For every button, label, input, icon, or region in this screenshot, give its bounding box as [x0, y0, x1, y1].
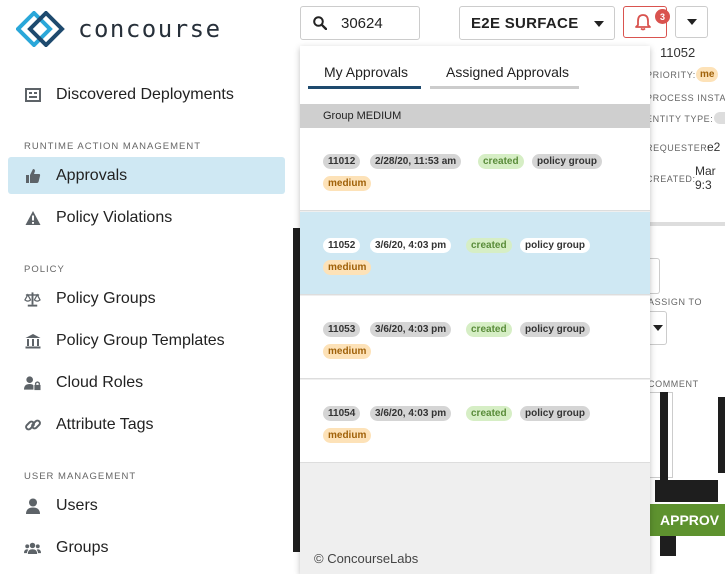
detail-label-created: CREATED: [646, 174, 696, 184]
panel-divider [293, 228, 300, 552]
tab-assigned-approvals[interactable]: Assigned Approvals [446, 64, 569, 80]
assign-to-select[interactable] [650, 311, 667, 345]
approval-date: 2/28/20, 11:53 am [370, 154, 462, 169]
sidebar-item-label: Approvals [56, 166, 128, 184]
approval-id: 11053 [323, 322, 361, 337]
approval-id: 11052 [323, 238, 361, 253]
detail-label-process: PROCESS INSTANCE [646, 93, 725, 103]
sidebar-item-groups[interactable]: Groups [8, 529, 285, 566]
approval-type: policy group [520, 406, 590, 421]
user-lock-icon [24, 374, 41, 391]
detail-priority-badge: me [696, 67, 719, 82]
detail-separator [648, 222, 725, 226]
sidebar-item-label: Users [56, 496, 98, 514]
comment-resize-area [655, 480, 718, 502]
detail-created-time: 9:3 [695, 178, 712, 192]
chevron-down-icon [686, 19, 697, 25]
approval-date: 3/6/20, 4:03 pm [370, 238, 452, 253]
approvals-tabs: My Approvals Assigned Approvals [300, 46, 650, 104]
approval-id: 11054 [323, 406, 361, 421]
approval-type: policy group [520, 238, 590, 253]
detail-label-assign-to: ASSIGN TO [648, 297, 703, 307]
sidebar-item-label: Policy Groups [56, 289, 156, 307]
approve-button[interactable]: APPROV [650, 504, 725, 536]
comment-scrollbar[interactable] [660, 392, 668, 480]
environment-label: E2E SURFACE [471, 14, 579, 32]
search-input[interactable] [341, 14, 411, 32]
group-header: Group MEDIUM [300, 104, 650, 128]
search-box[interactable] [300, 6, 420, 40]
chevron-down-icon [594, 21, 604, 27]
notification-count-badge: 3 [655, 9, 670, 24]
brand-name: concourse [78, 15, 222, 43]
section-title-user-management: USER MANAGEMENT [24, 471, 137, 482]
detail-requester-value: e2 [707, 140, 721, 154]
bell-icon [634, 13, 652, 31]
approval-priority: medium [323, 260, 372, 275]
user-menu-button[interactable] [675, 6, 708, 38]
sidebar-item-label: Groups [56, 538, 109, 556]
approval-date: 3/6/20, 4:03 pm [370, 406, 452, 421]
sidebar-item-label: Policy Group Templates [56, 331, 225, 349]
sidebar-item-users[interactable]: Users [8, 487, 285, 524]
search-icon [313, 16, 327, 30]
approval-type: policy group [532, 154, 602, 169]
approval-card-11054[interactable]: 11054 3/6/20, 4:03 pm created policy gro… [300, 380, 650, 463]
approval-id: 11012 [323, 154, 361, 169]
sidebar-item-policy-group-templates[interactable]: Policy Group Templates [8, 322, 285, 359]
concourse-logo[interactable]: concourse [16, 11, 222, 47]
approval-status: created [466, 238, 512, 253]
approval-card-11012[interactable]: 11012 2/28/20, 11:53 am created policy g… [300, 128, 650, 211]
approvals-dropdown: My Approvals Assigned Approvals Group ME… [300, 46, 650, 574]
institution-icon [24, 332, 41, 349]
tab-active-indicator [308, 86, 421, 89]
concourse-logo-icon [16, 11, 65, 47]
detail-label-comment: COMMENT [648, 379, 699, 389]
approval-status: created [478, 154, 524, 169]
approval-status: created [466, 322, 512, 337]
deployments-icon [24, 86, 41, 103]
sidebar-item-label: Policy Violations [56, 208, 173, 226]
approval-card-11052[interactable]: 11052 3/6/20, 4:03 pm created policy gro… [300, 212, 650, 295]
panel-footer-block [660, 536, 676, 556]
sidebar-item-discovered-deployments[interactable]: Discovered Deployments [8, 76, 285, 113]
tab-my-approvals[interactable]: My Approvals [324, 64, 408, 80]
sidebar-item-approvals[interactable]: Approvals [8, 157, 285, 194]
thumbs-up-icon [24, 167, 41, 184]
detail-label-entity-type: ENTITY TYPE: [646, 114, 714, 124]
sidebar: concourse Discovered Deployments RUNTIME… [0, 0, 293, 574]
detail-created-date: Mar [695, 164, 716, 178]
sidebar-item-label: Cloud Roles [56, 373, 144, 391]
approval-priority: medium [323, 344, 372, 359]
detail-id: 11052 [660, 45, 696, 60]
sidebar-item-policy-groups[interactable]: Policy Groups [8, 280, 285, 317]
footer-copyright: © ConcourseLabs [314, 551, 419, 566]
approval-type: policy group [520, 322, 590, 337]
user-icon [24, 497, 41, 514]
users-icon [24, 539, 41, 556]
sidebar-item-policy-violations[interactable]: Policy Violations [8, 199, 285, 236]
detail-entity-type-badge [714, 112, 725, 124]
section-title-runtime: RUNTIME ACTION MANAGEMENT [24, 141, 202, 152]
tab-inactive-indicator [430, 86, 579, 89]
link-icon [24, 416, 41, 433]
sidebar-item-label: Discovered Deployments [56, 85, 234, 103]
approval-priority: medium [323, 176, 372, 191]
detail-label-requester: REQUESTER: [646, 143, 711, 153]
warning-icon [24, 209, 41, 226]
detail-label-priority: PRIORITY: [646, 70, 696, 80]
approval-date: 3/6/20, 4:03 pm [370, 322, 452, 337]
scales-icon [24, 290, 41, 307]
approval-priority: medium [323, 428, 372, 443]
sidebar-item-attribute-tags[interactable]: Attribute Tags [8, 406, 285, 443]
panel-scrollbar[interactable] [718, 397, 725, 473]
chevron-down-icon [653, 325, 663, 331]
approval-card-11053[interactable]: 11053 3/6/20, 4:03 pm created policy gro… [300, 296, 650, 379]
detail-box [650, 258, 660, 294]
section-title-policy: POLICY [24, 264, 65, 275]
sidebar-item-cloud-roles[interactable]: Cloud Roles [8, 364, 285, 401]
environment-select[interactable]: E2E SURFACE [459, 6, 615, 40]
approval-status: created [466, 406, 512, 421]
sidebar-item-label: Attribute Tags [56, 415, 154, 433]
